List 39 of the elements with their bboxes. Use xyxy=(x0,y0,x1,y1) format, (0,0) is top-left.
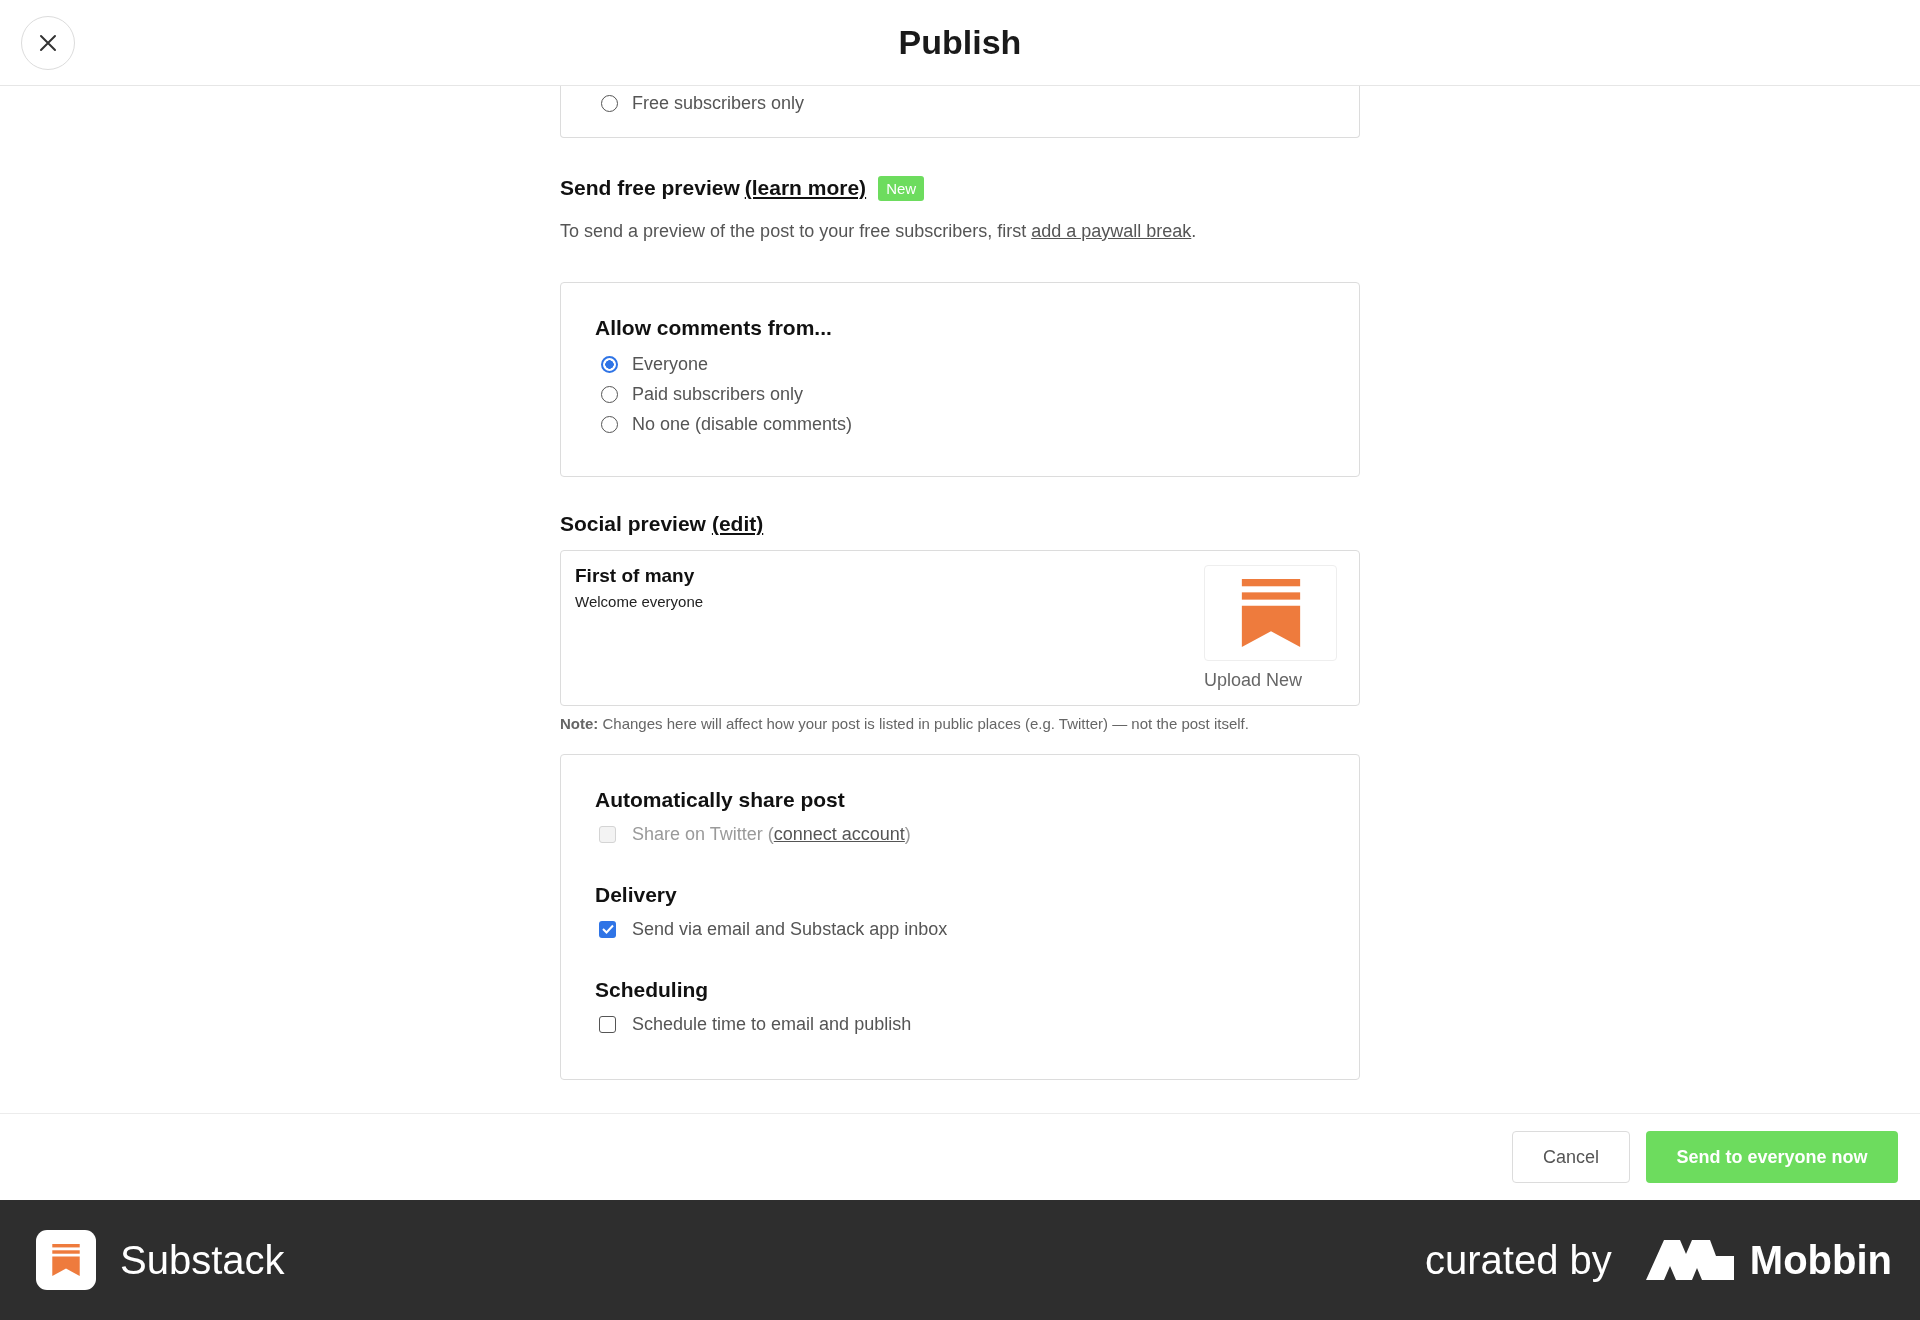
option-label: Free subscribers only xyxy=(632,92,805,114)
cancel-button[interactable]: Cancel xyxy=(1512,1131,1630,1183)
preview-description: To send a preview of the post to your free subscribers, first add a paywall break. xyxy=(560,220,1198,243)
logo-icon xyxy=(1645,1240,1734,1280)
post-subtitle: Welcome everyone xyxy=(575,593,704,610)
dialog-title: Publish xyxy=(898,23,1022,62)
option-label: Everyone xyxy=(632,353,709,375)
radio-button[interactable] xyxy=(601,355,618,373)
bookmark-icon xyxy=(52,1244,80,1276)
note-text: Note: Changes here will affect how your post is listed in public places (e.g. Twitter) — not the post itself. xyxy=(560,714,1250,734)
option-label: Paid subscribers only xyxy=(632,383,804,405)
radio-button[interactable] xyxy=(601,385,618,403)
section-title: Social preview xyxy=(560,512,706,536)
radio-button[interactable] xyxy=(601,94,618,112)
upload-new-link[interactable]: Upload New xyxy=(1204,670,1303,691)
learn-more-link[interactable]: (learn more) xyxy=(744,176,867,200)
preview-image[interactable] xyxy=(1204,565,1337,661)
option-label: Schedule time to email and publish xyxy=(632,1013,912,1035)
radio-button[interactable] xyxy=(601,415,618,433)
checkbox[interactable] xyxy=(599,920,616,938)
curated-by-text: curated by xyxy=(1425,1237,1612,1283)
checkbox[interactable] xyxy=(599,1015,616,1033)
app-name: Substack xyxy=(120,1237,285,1283)
bookmark-icon xyxy=(1240,579,1301,647)
close-icon xyxy=(39,34,57,52)
option-label: No one (disable comments) xyxy=(632,413,853,435)
curator-name: Mobbin xyxy=(1749,1237,1892,1283)
option-label: Share on Twitter (connect account) xyxy=(632,823,911,845)
card-title: Automatically share post xyxy=(595,787,846,813)
edit-link[interactable]: (edit) xyxy=(711,512,764,536)
close-button[interactable] xyxy=(21,16,75,70)
new-badge: New xyxy=(878,175,925,201)
card-title: Allow comments from... xyxy=(595,315,833,341)
card-title: Scheduling xyxy=(595,977,710,1003)
card-title: Delivery xyxy=(595,882,678,908)
post-title: First of many xyxy=(575,564,696,588)
section-title: Send free preview xyxy=(560,176,740,200)
option-label: Send via email and Substack app inbox xyxy=(632,918,948,940)
paywall-break-link[interactable]: add a paywall break xyxy=(1031,221,1192,241)
